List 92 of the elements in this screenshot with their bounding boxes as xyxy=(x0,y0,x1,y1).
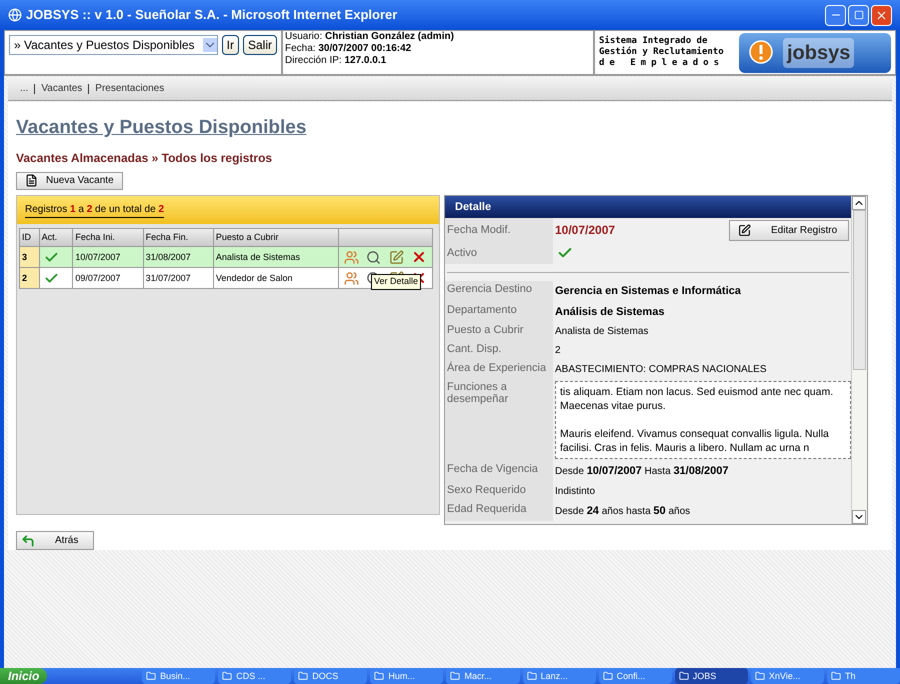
nav-link[interactable]: ... xyxy=(20,81,28,96)
records-summary: Registros 1 a 2 de un total de 2 xyxy=(25,202,164,218)
task-icon xyxy=(678,671,689,681)
people-icon[interactable] xyxy=(344,250,359,265)
field-value: Desde 10/07/2007 Hasta 31/08/2007 xyxy=(555,464,728,480)
taskbar-button[interactable]: Macr... xyxy=(446,668,520,684)
field-value: Desde 24 años hasta 50 años xyxy=(555,504,690,519)
scroll-up-icon[interactable] xyxy=(852,196,866,210)
field-label: Sexo Requerido xyxy=(445,482,553,501)
user-info-line: Usuario: Christian González (admin) xyxy=(285,31,455,43)
modified-date: 10/07/2007 xyxy=(555,222,616,240)
window-title: JOBSYS :: v 1.0 - Sueñolar S.A. - Microsoft Internet Explorer xyxy=(26,6,398,24)
breadcrumb: Vacantes Almacenadas » Todos los registros xyxy=(16,150,274,166)
tooltip: Ver Detalle xyxy=(371,274,422,290)
taskbar-button[interactable]: Busin... xyxy=(142,668,216,684)
column-header: Fecha Ini. xyxy=(72,228,144,247)
task-icon xyxy=(222,671,232,681)
back-button[interactable]: Atrás xyxy=(16,531,94,550)
field-value: Indistinto xyxy=(555,484,596,499)
field-label: Área de Experiencia xyxy=(445,360,553,380)
table-cell: 3 xyxy=(20,246,40,268)
scrollbar[interactable] xyxy=(851,196,867,524)
table-cell: 31/07/2007 xyxy=(143,268,214,289)
task-icon xyxy=(830,671,841,681)
close-icon xyxy=(875,8,888,22)
taskbar-button[interactable]: CDS ... xyxy=(218,668,292,684)
field-value: Gerencia en Sistemas e Informática xyxy=(555,284,741,300)
table-cell: Vendedor de Salon xyxy=(213,268,338,289)
logo-text: jobsys xyxy=(783,38,854,68)
header-button[interactable]: Salir xyxy=(242,35,277,55)
minimize-button[interactable] xyxy=(825,4,846,26)
field-value: Análisis de Sistemas xyxy=(555,304,664,320)
field-label: Cant. Disp. xyxy=(445,341,553,360)
new-vacancy-button[interactable]: Nueva Vacante xyxy=(16,172,123,190)
system-name-line: Sistema Integrado de xyxy=(599,36,708,46)
scroll-down-icon[interactable] xyxy=(852,510,866,524)
field-label: Puesto a Cubrir xyxy=(445,322,553,342)
task-icon xyxy=(602,671,613,681)
edit-icon[interactable] xyxy=(388,250,404,265)
taskbar-button[interactable]: JOBS xyxy=(674,668,748,684)
user-info-line: Fecha: 30/07/2007 00:16:42 xyxy=(285,43,412,55)
detail-title: Detalle xyxy=(455,200,492,215)
field-label: Fecha de Vigencia xyxy=(445,461,553,482)
column-header: ID xyxy=(20,228,40,247)
table-cell: 2 xyxy=(20,268,40,289)
task-icon xyxy=(526,671,537,681)
system-name-line: de Empleados xyxy=(599,58,724,69)
people-icon[interactable] xyxy=(344,270,359,286)
task-icon xyxy=(754,671,765,681)
taskbar-button[interactable]: XnVie... xyxy=(750,668,824,684)
browser-icon xyxy=(8,8,22,22)
search-icon[interactable] xyxy=(366,250,382,265)
edit-record-button[interactable]: Editar Registro xyxy=(729,220,849,241)
field-label: Funciones a desempeñar xyxy=(445,379,553,462)
field-value: 2 xyxy=(555,344,561,358)
field-value: Analista de Sistemas xyxy=(555,325,648,340)
system-name-line: Gestión y Reclutamiento xyxy=(599,47,724,58)
page-title: Vacantes y Puestos Disponibles xyxy=(16,116,306,140)
taskbar-button[interactable]: Th xyxy=(826,668,900,684)
edit-icon xyxy=(738,224,751,237)
nav-link[interactable]: Presentaciones xyxy=(95,81,164,96)
functions-paragraph: Mauris eleifend. Vivamus consequat convallis ligula. Nulla facilisi. Cras in felis. Mauris a libero. Nullam ac urna n xyxy=(560,427,830,456)
task-icon xyxy=(298,671,308,681)
nav-link[interactable]: Vacantes xyxy=(41,81,82,96)
document-icon xyxy=(25,174,38,188)
field-label: Fecha Modif. xyxy=(445,218,553,242)
section-select[interactable]: » Vacantes y Puestos Disponibles xyxy=(9,35,218,55)
taskbar-button[interactable]: Confi... xyxy=(598,668,672,684)
column-header: Puesto a Cubrir xyxy=(213,228,338,247)
taskbar-button[interactable]: Hum... xyxy=(370,668,444,684)
user-info-line: Dirección IP: 127.0.0.1 xyxy=(285,55,388,67)
table-cell: 09/07/2007 xyxy=(72,268,144,289)
header-button[interactable]: Ir xyxy=(222,35,239,55)
close-button[interactable] xyxy=(871,4,892,26)
scroll-thumb[interactable] xyxy=(853,210,866,370)
dropdown-icon xyxy=(202,38,217,52)
task-icon xyxy=(450,671,460,681)
field-label: Gerencia Destino xyxy=(445,281,553,302)
back-arrow-icon xyxy=(21,534,35,548)
maximize-icon xyxy=(854,10,864,20)
field-value: ABASTECIMIENTO: COMPRAS NACIONALES xyxy=(555,363,767,378)
taskbar-button[interactable]: DOCS xyxy=(294,668,368,684)
task-icon xyxy=(374,671,384,681)
field-label: Departamento xyxy=(445,302,553,322)
functions-paragraph: tis aliquam. Etiam non lacus. Sed euismod ante nec quam. Maecenas vitae purus. xyxy=(560,385,834,414)
maximize-button[interactable] xyxy=(848,4,869,26)
field-label: Activo xyxy=(445,242,553,264)
table-row[interactable]: 3 10/07/2007 31/08/2007 Analista de Sistemas xyxy=(20,246,432,268)
speech-bubble-icon xyxy=(747,38,775,66)
field-label: Edad Requerida xyxy=(445,500,553,522)
taskbar-button[interactable]: Lanz... xyxy=(522,668,596,684)
task-icon xyxy=(146,671,156,681)
